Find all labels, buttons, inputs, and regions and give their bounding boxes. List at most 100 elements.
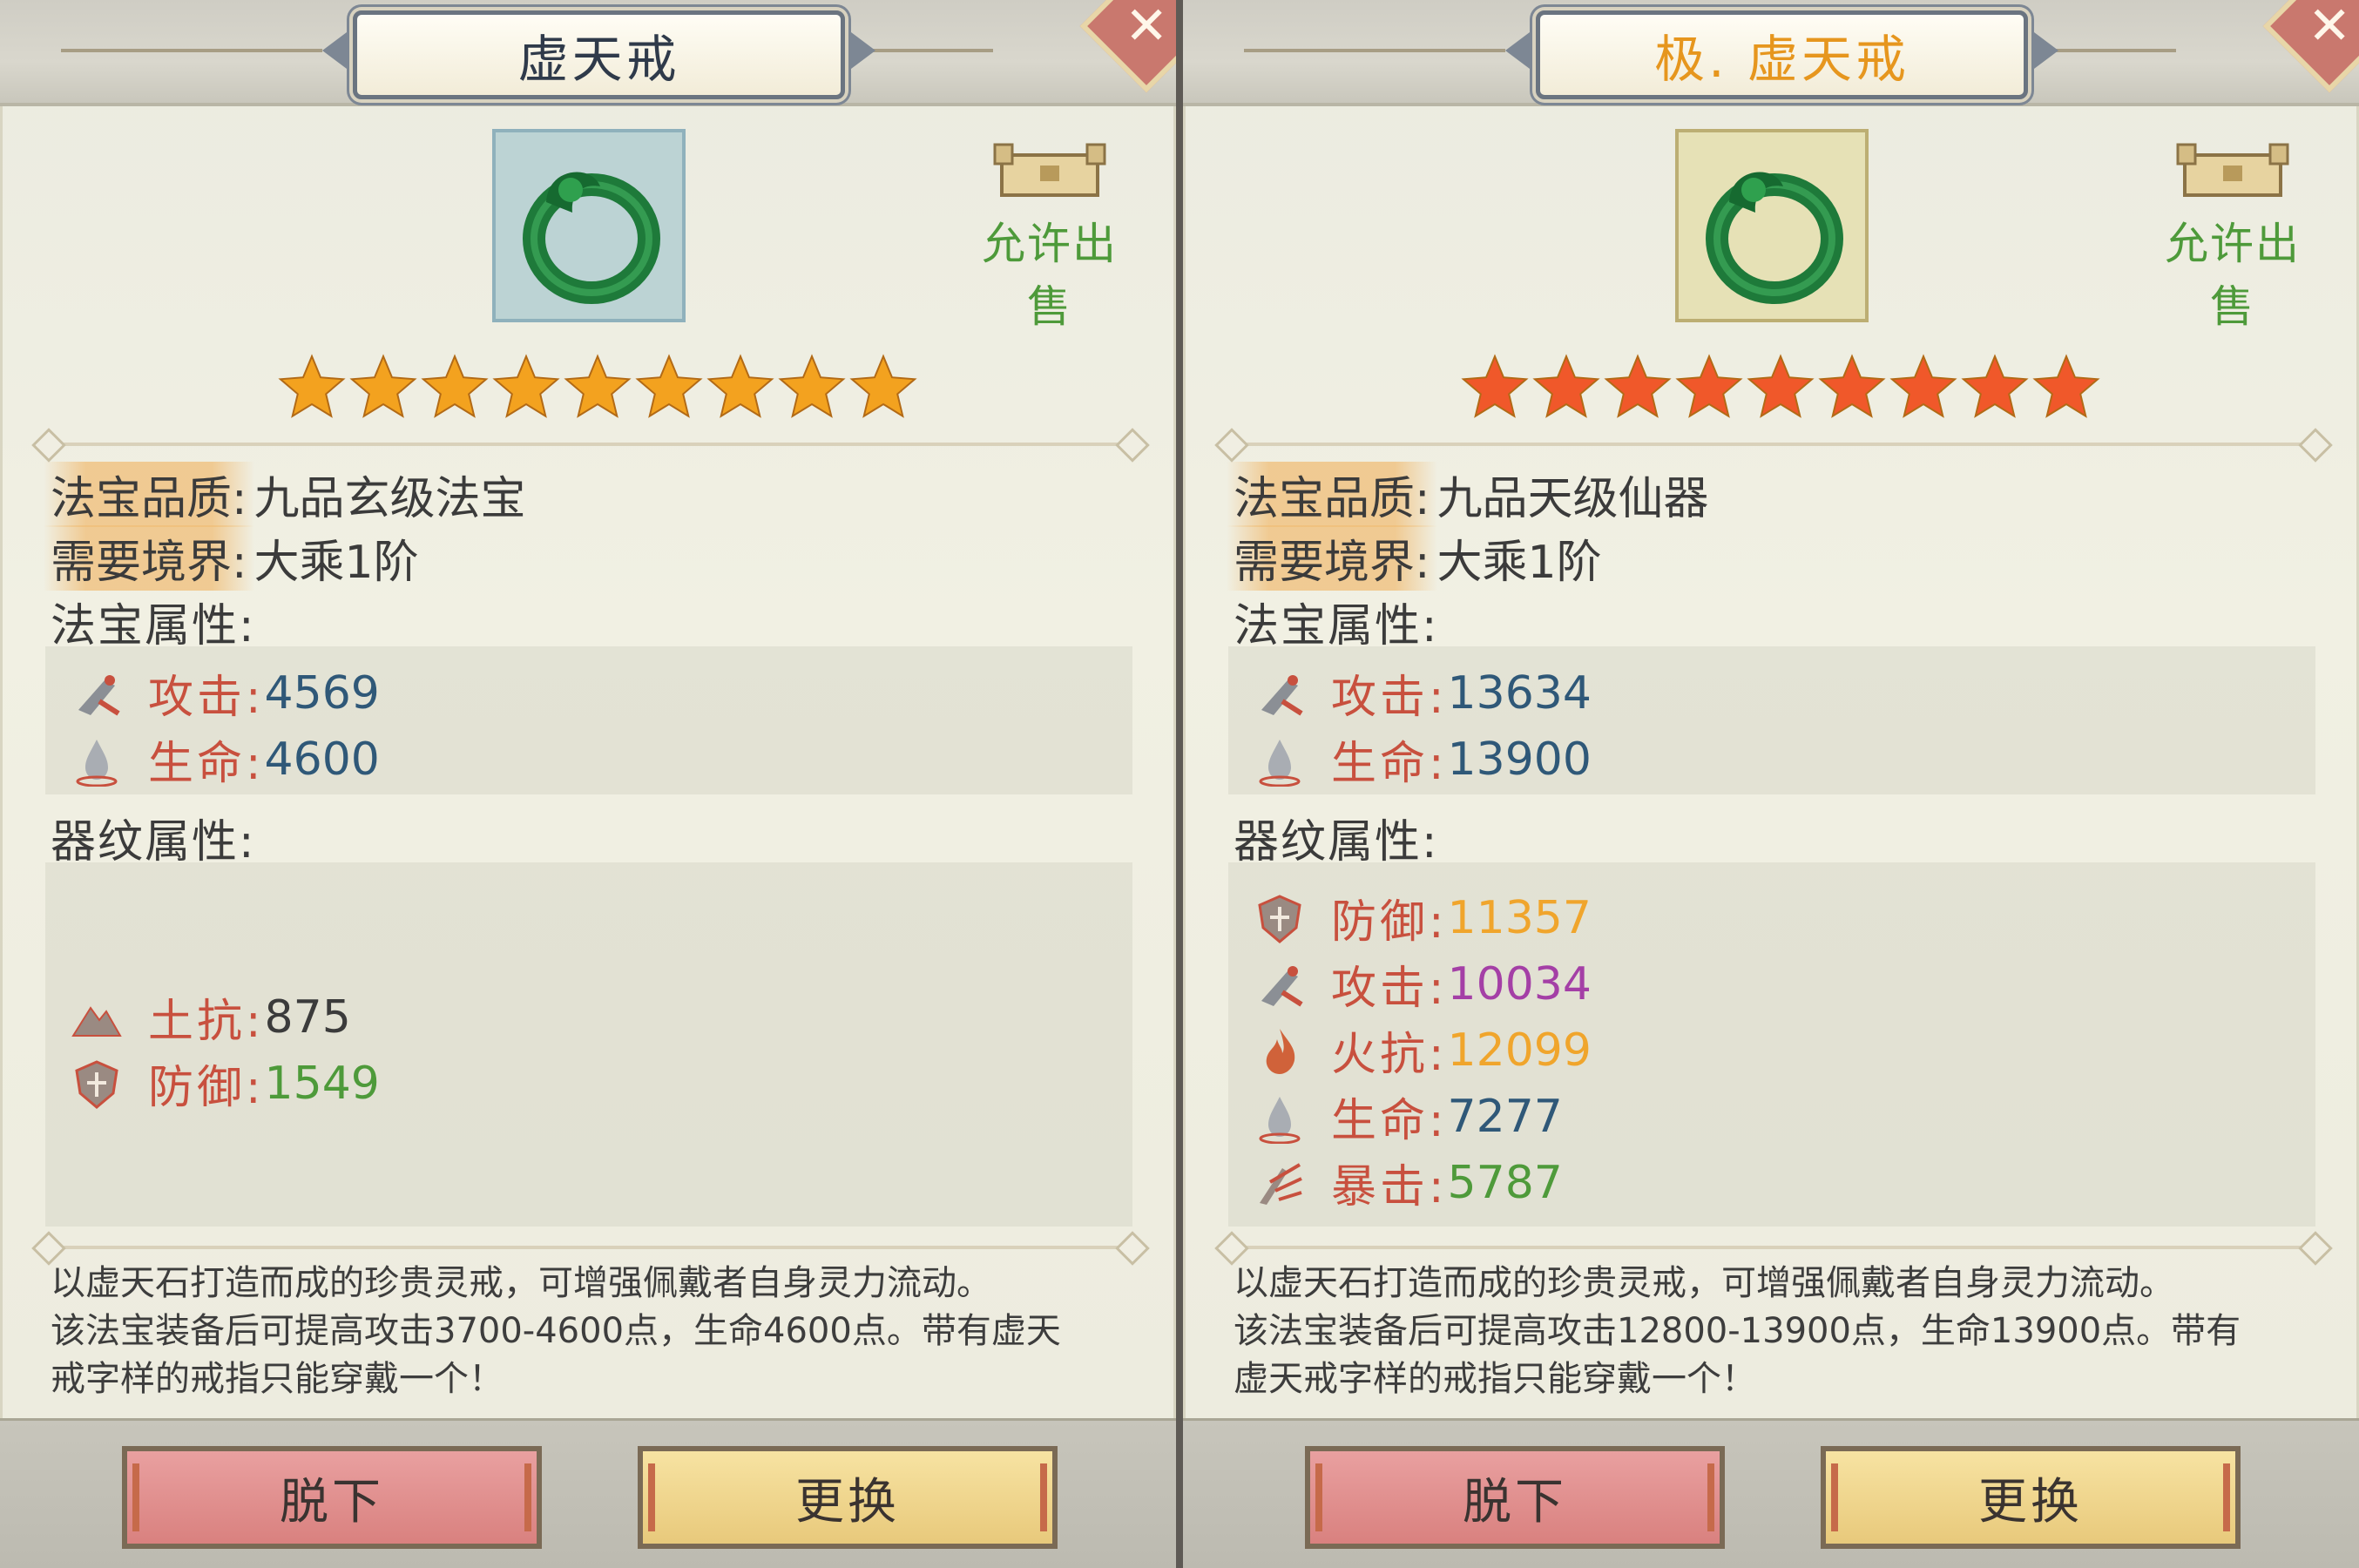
remove-button[interactable]: 脱下 [1305, 1446, 1725, 1549]
star-icon [706, 354, 774, 418]
base-attr-row: 攻击: 13634 [1253, 660, 1592, 726]
remove-button[interactable]: 脱下 [122, 1446, 542, 1549]
pattern-attr-row: 攻击: 10034 [1253, 951, 1592, 1017]
title-ornament-line [2045, 49, 2176, 52]
realm-label: 需要境界: [44, 525, 254, 591]
pattern-attr-row: 土抗: 875 [70, 984, 351, 1050]
star-icon [1961, 354, 2029, 418]
pattern-attr-row: 防御: 1549 [70, 1051, 380, 1116]
realm-row: 需要境界: 大乘1阶 [1227, 525, 1602, 591]
defense-icon [1258, 894, 1301, 943]
attack-icon [1261, 965, 1303, 1007]
star-icon [1604, 354, 1672, 418]
life-icon [1259, 1096, 1301, 1144]
panel-divider [1176, 0, 1183, 1568]
defense-icon [75, 1059, 118, 1109]
attack-icon [1261, 674, 1303, 716]
item-panel-right: 极. 虚天戒 ✕ 允许出售 法宝品质: 九品天级仙器 需要境界: 大乘1阶 法宝… [1183, 0, 2359, 1568]
realm-value: 大乘1阶 [1436, 537, 1602, 589]
jade-ring-icon [1706, 172, 1843, 304]
divider [51, 443, 1131, 446]
quality-label: 法宝品质: [44, 462, 254, 527]
attr-label: 攻击: [148, 672, 265, 724]
realm-value: 大乘1阶 [253, 537, 419, 589]
attr-label: 攻击: [1331, 963, 1448, 1015]
star-icon [1818, 354, 1886, 418]
attr-value: 7277 [1447, 1090, 1563, 1143]
quality-label: 法宝品质: [1227, 462, 1437, 527]
star-rating [1461, 354, 2100, 418]
quality-row: 法宝品质: 九品玄级法宝 [44, 462, 526, 527]
base-attr-row: 生命: 4600 [70, 727, 380, 792]
divider [51, 1246, 1131, 1249]
item-title-plate: 虚天戒 [322, 10, 875, 99]
chest-icon [2176, 143, 2289, 197]
item-icon-frame [1675, 129, 1869, 322]
item-icon-frame [492, 129, 686, 322]
replace-button[interactable]: 更换 [638, 1446, 1058, 1549]
star-icon [349, 354, 417, 418]
attr-value: 13634 [1447, 666, 1592, 720]
star-icon [635, 354, 703, 418]
realm-label: 需要境界: [1227, 525, 1437, 591]
life-icon [1259, 739, 1301, 787]
description-line: 该法宝装备后可提高攻击3700-4600点，生命4600点。带有虚天 [51, 1311, 1061, 1351]
star-icon [778, 354, 846, 418]
attr-label: 生命: [1331, 1095, 1448, 1147]
attr-label: 防御: [1331, 896, 1448, 949]
description-line: 该法宝装备后可提高攻击12800-13900点，生命13900点。带有 [1234, 1311, 2241, 1351]
attr-value: 12099 [1447, 1024, 1592, 1077]
attr-label: 攻击: [1331, 672, 1448, 724]
crit-icon [1260, 1162, 1302, 1205]
attr-label: 生命: [1331, 738, 1448, 790]
star-icon [564, 354, 632, 418]
base-attr-row: 生命: 13900 [1253, 727, 1592, 792]
attr-value: 4600 [264, 733, 380, 786]
base-attr-heading: 法宝属性: [51, 600, 256, 652]
title-ornament-line [61, 49, 322, 52]
description-line: 虚天戒字样的戒指只能穿戴一个！ [1234, 1359, 1756, 1399]
item-title: 虚天戒 [517, 30, 680, 89]
description-line: 戒字样的戒指只能穿戴一个！ [51, 1359, 504, 1399]
star-icon [849, 354, 917, 418]
pattern-attr-row: 暴击: 5787 [1253, 1150, 1563, 1215]
attr-label: 暴击: [1331, 1161, 1448, 1213]
star-icon [1889, 354, 1957, 418]
star-icon [1747, 354, 1815, 418]
description-line: 以虚天石打造而成的珍贵灵戒，可增强佩戴者自身灵力流动。 [51, 1263, 991, 1303]
star-icon [492, 354, 560, 418]
pattern-attr-row: 防御: 11357 [1253, 885, 1592, 950]
star-rating [278, 354, 917, 418]
attr-label: 火抗: [1331, 1029, 1448, 1081]
life-icon [76, 739, 118, 787]
sell-label: 允许出售 [982, 219, 1118, 332]
earth-resist-icon [71, 1005, 122, 1037]
pattern-attr-heading: 器纹属性: [51, 816, 256, 868]
sell-permission: 允许出售 [2150, 139, 2315, 335]
title-ornament-line [1244, 49, 1505, 52]
item-title: 极. 虚天戒 [1654, 30, 1910, 89]
replace-button[interactable]: 更换 [1821, 1446, 2241, 1549]
item-title-plate: 极. 虚天戒 [1505, 10, 2058, 99]
star-icon [1461, 354, 1529, 418]
pattern-attr-row: 生命: 7277 [1253, 1084, 1563, 1149]
pattern-attr-row: 火抗: 12099 [1253, 1017, 1592, 1083]
item-description: 以虚天石打造而成的珍贵灵戒，可增强佩戴者自身灵力流动。 该法宝装备后可提高攻击3… [51, 1260, 1139, 1403]
quality-value: 九品玄级法宝 [253, 473, 526, 525]
attr-value: 10034 [1447, 957, 1592, 1010]
attr-value: 11357 [1447, 891, 1592, 944]
divider [1234, 1246, 2314, 1249]
close-icon: ✕ [1124, 0, 1169, 57]
realm-row: 需要境界: 大乘1阶 [44, 525, 419, 591]
fire-resist-icon [1266, 1028, 1295, 1074]
close-icon: ✕ [2307, 0, 2352, 57]
attr-value: 4569 [264, 666, 380, 720]
item-description: 以虚天石打造而成的珍贵灵戒，可增强佩戴者自身灵力流动。 该法宝装备后可提高攻击1… [1234, 1260, 2322, 1403]
attr-label: 土抗: [148, 996, 265, 1048]
attr-value: 13900 [1447, 733, 1592, 786]
attr-label: 生命: [148, 738, 265, 790]
pattern-attr-heading: 器纹属性: [1234, 816, 1439, 868]
sell-permission: 允许出售 [967, 139, 1132, 335]
star-icon [2032, 354, 2100, 418]
description-line: 以虚天石打造而成的珍贵灵戒，可增强佩戴者自身灵力流动。 [1234, 1263, 2174, 1303]
